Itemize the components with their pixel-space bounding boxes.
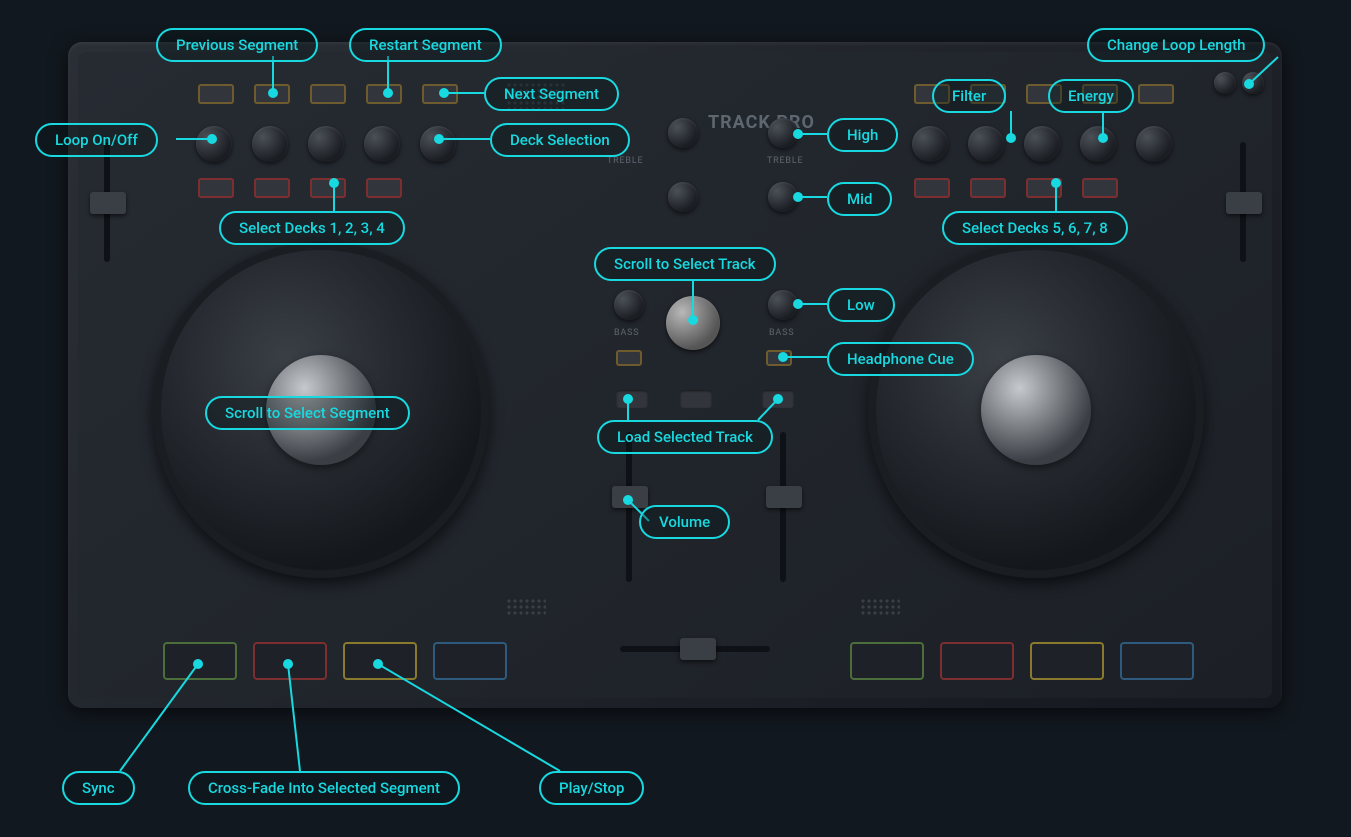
load-right-button[interactable] bbox=[762, 390, 794, 408]
right-transport-1[interactable] bbox=[850, 642, 924, 680]
load-center-button[interactable] bbox=[680, 390, 712, 408]
bass-label-right: BASS bbox=[769, 328, 794, 338]
headphone-cue-left[interactable] bbox=[616, 350, 642, 366]
right-pitch-cap[interactable] bbox=[1226, 192, 1262, 214]
right-knob-e[interactable] bbox=[1136, 126, 1172, 162]
right-red-pad-1[interactable] bbox=[914, 178, 950, 198]
eq-high-knob[interactable] bbox=[768, 118, 798, 148]
center-gain-left[interactable] bbox=[668, 118, 698, 148]
left-transport-3[interactable] bbox=[343, 642, 417, 680]
center-bass-left[interactable] bbox=[614, 290, 644, 320]
right-knob-d[interactable] bbox=[1080, 126, 1116, 162]
label-scroll-select-segment: Scroll to Select Segment bbox=[205, 396, 410, 430]
label-previous-segment: Previous Segment bbox=[156, 28, 318, 62]
label-energy: Energy bbox=[1048, 79, 1134, 113]
right-red-pad-4[interactable] bbox=[1082, 178, 1118, 198]
left-top-pad-2[interactable] bbox=[254, 84, 290, 104]
center-mid-left[interactable] bbox=[668, 182, 698, 212]
left-top-pad-5[interactable] bbox=[422, 84, 458, 104]
right-jog-wheel[interactable] bbox=[868, 242, 1204, 578]
volume-fader-left-cap[interactable] bbox=[612, 486, 648, 508]
right-top-pad-5[interactable] bbox=[1138, 84, 1174, 104]
left-red-pad-1[interactable] bbox=[198, 178, 234, 198]
left-knob-b[interactable] bbox=[252, 126, 288, 162]
headphone-cue-right[interactable] bbox=[766, 350, 792, 366]
eq-mid-knob[interactable] bbox=[768, 182, 798, 212]
label-crossfade-segment: Cross-Fade Into Selected Segment bbox=[188, 771, 460, 805]
left-red-pad-2[interactable] bbox=[254, 178, 290, 198]
right-transport-2[interactable] bbox=[940, 642, 1014, 680]
dj-controller-body: TRACK PRO TREBLE TREBLE BASS BASS bbox=[68, 42, 1282, 708]
label-low: Low bbox=[827, 288, 895, 322]
left-knob-e[interactable] bbox=[420, 126, 456, 162]
left-top-pad-1[interactable] bbox=[198, 84, 234, 104]
left-red-pad-4[interactable] bbox=[366, 178, 402, 198]
left-transport-4[interactable] bbox=[433, 642, 507, 680]
right-red-pad-3[interactable] bbox=[1026, 178, 1062, 198]
right-knob-a[interactable] bbox=[912, 126, 948, 162]
dot-strip-2 bbox=[506, 598, 546, 616]
eq-low-knob[interactable] bbox=[768, 290, 798, 320]
label-load-selected-track: Load Selected Track bbox=[597, 420, 773, 454]
left-knob-a[interactable] bbox=[196, 126, 232, 162]
label-restart-segment: Restart Segment bbox=[349, 28, 502, 62]
right-knob-b[interactable] bbox=[968, 126, 1004, 162]
right-knob-c[interactable] bbox=[1024, 126, 1060, 162]
left-transport-1[interactable] bbox=[163, 642, 237, 680]
label-filter: Filter bbox=[932, 79, 1006, 113]
label-mid: Mid bbox=[827, 182, 892, 216]
label-play-stop: Play/Stop bbox=[539, 771, 644, 805]
loop-length-knob-a[interactable] bbox=[1214, 72, 1236, 94]
left-knob-c[interactable] bbox=[308, 126, 344, 162]
label-change-loop-length: Change Loop Length bbox=[1087, 28, 1265, 62]
label-select-decks-right: Select Decks 5, 6, 7, 8 bbox=[942, 211, 1128, 245]
left-top-pad-3[interactable] bbox=[310, 84, 346, 104]
browse-knob[interactable] bbox=[666, 296, 720, 350]
label-scroll-select-track: Scroll to Select Track bbox=[594, 247, 776, 281]
crossfader-cap[interactable] bbox=[680, 638, 716, 660]
label-next-segment: Next Segment bbox=[484, 77, 619, 111]
loop-length-knob-b[interactable] bbox=[1242, 72, 1264, 94]
treble-label-left: TREBLE bbox=[607, 156, 643, 166]
treble-label-right: TREBLE bbox=[767, 156, 803, 166]
left-pitch-cap[interactable] bbox=[90, 192, 126, 214]
bass-label-left: BASS bbox=[614, 328, 639, 338]
label-sync: Sync bbox=[62, 771, 135, 805]
left-knob-d[interactable] bbox=[364, 126, 400, 162]
left-top-pad-4[interactable] bbox=[366, 84, 402, 104]
label-volume: Volume bbox=[639, 505, 730, 539]
right-transport-4[interactable] bbox=[1120, 642, 1194, 680]
label-select-decks-left: Select Decks 1, 2, 3, 4 bbox=[219, 211, 405, 245]
volume-fader-right-cap[interactable] bbox=[766, 486, 802, 508]
left-transport-2[interactable] bbox=[253, 642, 327, 680]
dot-strip-3 bbox=[860, 598, 900, 616]
product-name: TRACK PRO bbox=[708, 112, 815, 133]
right-red-pad-2[interactable] bbox=[970, 178, 1006, 198]
label-headphone-cue: Headphone Cue bbox=[827, 342, 974, 376]
label-high: High bbox=[827, 118, 898, 152]
right-transport-3[interactable] bbox=[1030, 642, 1104, 680]
left-red-pad-3[interactable] bbox=[310, 178, 346, 198]
label-deck-selection: Deck Selection bbox=[490, 123, 630, 157]
label-loop-on-off: Loop On/Off bbox=[35, 123, 158, 157]
load-left-button[interactable] bbox=[616, 390, 648, 408]
